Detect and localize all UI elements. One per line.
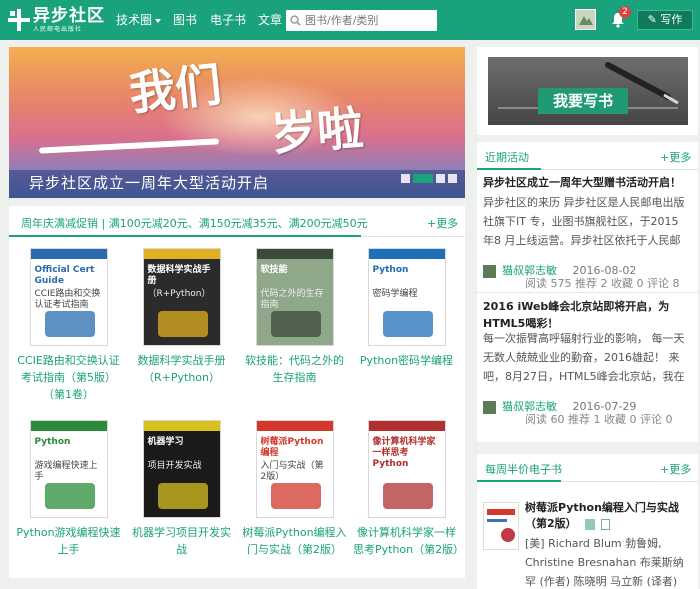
book-title-link[interactable]: 机器学习项目开发实战 (128, 524, 235, 558)
notification-badge: 2 (619, 6, 631, 18)
author-avatar[interactable] (483, 400, 496, 414)
cover-subtitle: 密码学编程 (372, 289, 418, 299)
write-book-label: 我要写书 (538, 88, 628, 114)
activity-description: 异步社区的来历 异步社区是人民邮电出版社旗下IT 专，业图书旗舰社区，于2015… (483, 196, 685, 247)
activity-title[interactable]: 异步社区成立一周年大型赠书活动开启！ (483, 174, 691, 191)
book-title-link[interactable]: 数据科学实战手册（R+Python） (128, 352, 235, 386)
book-title-link[interactable]: Python游戏编程快速上手 (15, 524, 122, 558)
book-cover[interactable]: 数据科学实战手册 （R+Python） (142, 248, 221, 346)
cover-subtitle: 项目开发实战 (147, 461, 202, 471)
ebooks-more-link[interactable]: +更多 (660, 461, 691, 477)
carousel-dot-active[interactable] (413, 174, 433, 183)
search-input[interactable] (305, 14, 430, 27)
book-title-link[interactable]: 软技能：代码之外的生存指南 (241, 352, 348, 386)
book-item[interactable]: 树莓派Python编程 入门与实战（第2版） 树莓派Python编程入门与实战（第2… (241, 420, 348, 558)
promo-book-panel: 周年庆满减促销 | 满100元减20元、满150元减35元、满200元减50元 … (9, 206, 465, 578)
carousel-indicators (401, 174, 457, 183)
activity-description: 每一次振臂高呼辐射行业的影响， 每一天无数人兢兢业业的勤奋，2016雄起！ 来吧… (483, 332, 685, 383)
promo-banner[interactable]: 我们 岁啦 异步社区成立一周年大型活动开启 (9, 47, 465, 198)
book-item[interactable]: 机器学习 项目开发实战 机器学习项目开发实战 (128, 420, 235, 558)
cover-subtitle: 入门与实战（第2版） (260, 461, 324, 482)
promo-title[interactable]: 周年庆满减促销 | 满100元减20元、满150元减35元、满200元减50元 (21, 215, 368, 231)
book-item[interactable]: 像计算机科学家一样思考Python 像计算机科学家一样思考Python（第2版） (353, 420, 464, 558)
ebooks-title: 每周半价电子书 (485, 463, 562, 476)
book-cover[interactable]: 机器学习项目开发实战 (142, 420, 221, 518)
pencil-icon: ✎ (647, 13, 657, 26)
cover-title: 树莓派Python编程 (260, 437, 324, 458)
weekly-ebooks-panel: 每周半价电子书 +更多 树莓派Python编程入门与实战（第2版） [美] Ri… (477, 454, 698, 589)
recent-activities-panel: 近期活动 +更多 异步社区成立一周年大型赠书活动开启！ 异步社区的来历 异步社区… (477, 142, 698, 442)
carousel-dot[interactable] (448, 174, 457, 183)
logo-name: 异步社区 (33, 5, 105, 26)
book-title-link[interactable]: CCIE路由和交换认证考试指南（第5版）（第1卷） (15, 352, 122, 403)
ebook-cover[interactable] (483, 502, 519, 550)
cover-subtitle: CCIE路由和交换认证考试指南 (34, 289, 101, 310)
book-cover[interactable]: Python 密码学编程 (367, 248, 446, 346)
activities-title: 近期活动 (485, 151, 529, 164)
cover-title: 机器学习 (147, 437, 184, 447)
book-cover[interactable]: 树莓派Python编程 入门与实战（第2版） (255, 420, 334, 518)
activity-stats: 阅读 60 推荐 1 收藏 0 评论 0 (525, 413, 673, 426)
cover-title: Python (34, 437, 71, 447)
cover-title: 像计算机科学家一样思考Python (372, 437, 436, 469)
book-title-link[interactable]: Python密码学编程 (353, 352, 460, 369)
banner-headline-2: 岁啦 (269, 100, 365, 162)
logo-subtitle: 人民邮电出版社 (33, 25, 83, 33)
banner-headline-1: 我们 (126, 57, 224, 121)
nav-books[interactable]: 图书 (173, 0, 197, 40)
nav-ebooks[interactable]: 电子书 (210, 0, 246, 40)
author-avatar[interactable] (483, 264, 496, 278)
book-cover[interactable]: Official Cert Guide CCIE路由和交换认证考试指南 (29, 248, 108, 346)
book-item[interactable]: Python 游戏编程快速上手 Python游戏编程快速上手 (15, 420, 122, 558)
book-item[interactable]: 数据科学实战手册 （R+Python） 数据科学实战手册（R+Python） (128, 248, 235, 386)
cover-subtitle: 游戏编程快速上手 (34, 461, 98, 482)
book-item[interactable]: 软技能代码之外的生存指南软技能：代码之外的生存指南 (241, 248, 348, 386)
user-avatar[interactable] (575, 9, 596, 30)
search-icon (290, 15, 301, 26)
book-cover[interactable]: Python 游戏编程快速上手 (29, 420, 108, 518)
banner-caption: 异步社区成立一周年大型活动开启 (29, 174, 270, 192)
carousel-dot[interactable] (401, 174, 410, 183)
nav-tech-circle[interactable]: 技术圈 (116, 0, 162, 40)
book-title-link[interactable]: 像计算机科学家一样思考Python（第2版） (353, 524, 464, 558)
ebook-format-icon (584, 518, 595, 530)
cover-title: 软技能 (260, 265, 288, 275)
promo-more-link[interactable]: +更多 (427, 215, 458, 231)
site-logo[interactable]: 异步社区 人民邮电出版社 (8, 5, 105, 35)
activity-stats: 阅读 575 推荐 2 收藏 0 评论 8 (525, 277, 680, 290)
cover-title: 数据科学实战手册 (147, 265, 211, 286)
ebook-title[interactable]: 树莓派Python编程入门与实战（第2版） (525, 500, 691, 532)
logo-icon (8, 9, 30, 31)
nav-articles[interactable]: 文章 (258, 0, 282, 40)
cover-subtitle: 代码之外的生存指南 (260, 289, 324, 310)
top-navigation-bar: 异步社区 人民邮电出版社 技术圈 图书 电子书 文章 2 ✎ 写作 (0, 0, 700, 40)
book-title-link[interactable]: 树莓派Python编程入门与实战（第2版） (241, 524, 348, 558)
carousel-dot[interactable] (436, 174, 445, 183)
chevron-down-icon (155, 18, 162, 23)
search-box[interactable] (286, 10, 437, 31)
book-cover[interactable]: 像计算机科学家一样思考Python (367, 420, 446, 518)
document-icon (601, 518, 611, 530)
activities-more-link[interactable]: +更多 (660, 149, 691, 165)
book-cover[interactable]: 软技能代码之外的生存指南 (255, 248, 334, 346)
write-book-banner[interactable]: 我要写书 (488, 57, 688, 125)
book-item[interactable]: Python 密码学编程 Python密码学编程 (353, 248, 460, 369)
write-book-card[interactable]: 我要写书 (477, 47, 698, 135)
cover-title: Python (372, 265, 409, 275)
cover-title: Official Cert Guide (34, 265, 95, 286)
ebook-authors: [美] Richard Blum 勃鲁姆, Christine Bresnaha… (525, 537, 684, 588)
activity-title[interactable]: 2016 iWeb峰会北京站即将开启，为HTML5喝彩！ (483, 298, 691, 332)
write-button[interactable]: ✎ 写作 (637, 10, 693, 30)
cover-subtitle: （R+Python） (147, 289, 211, 299)
book-item[interactable]: Official Cert Guide CCIE路由和交换认证考试指南 CCIE路由… (15, 248, 122, 403)
